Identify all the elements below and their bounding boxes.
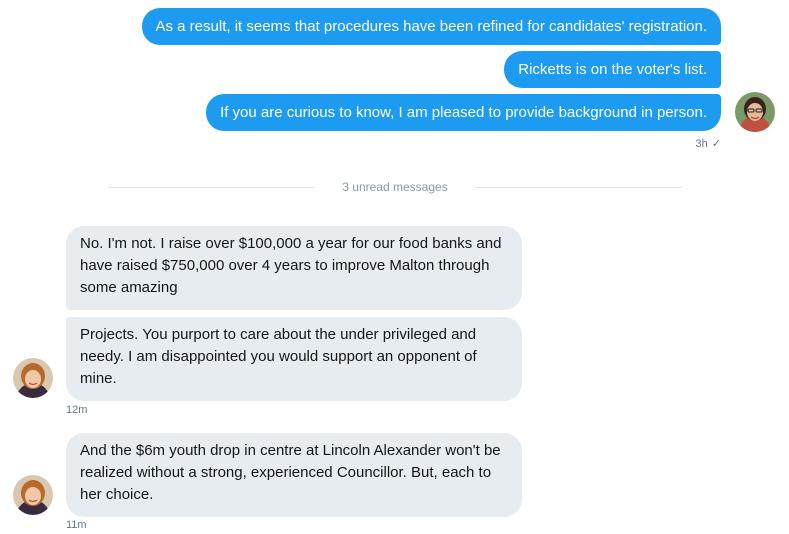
avatar-image (13, 475, 53, 515)
message-timestamp: 11m (66, 519, 87, 531)
contact-avatar[interactable] (13, 475, 53, 515)
unread-divider: 3 unread messages (108, 180, 682, 196)
outgoing-message[interactable]: As a result, it seems that procedures ha… (141, 8, 721, 45)
message-timestamp: 3h ✓ (695, 138, 721, 150)
contact-avatar[interactable] (13, 358, 53, 398)
incoming-message[interactable]: Projects. You purport to care about the … (66, 317, 522, 401)
message-thread: As a result, it seems that procedures ha… (0, 0, 789, 534)
checkmark-icon: ✓ (711, 138, 721, 150)
incoming-message[interactable]: And the $6m youth drop in centre at Linc… (66, 433, 522, 517)
outgoing-message[interactable]: Ricketts is on the voter's list. (504, 51, 721, 88)
incoming-message[interactable]: No. I'm not. I raise over $100,000 a yea… (66, 226, 522, 310)
avatar-image (735, 92, 775, 132)
outgoing-message[interactable]: If you are curious to know, I am pleased… (206, 94, 721, 131)
message-timestamp: 12m (66, 404, 88, 416)
divider-line (475, 187, 682, 188)
avatar-image (13, 358, 53, 398)
sender-avatar[interactable] (735, 92, 775, 132)
